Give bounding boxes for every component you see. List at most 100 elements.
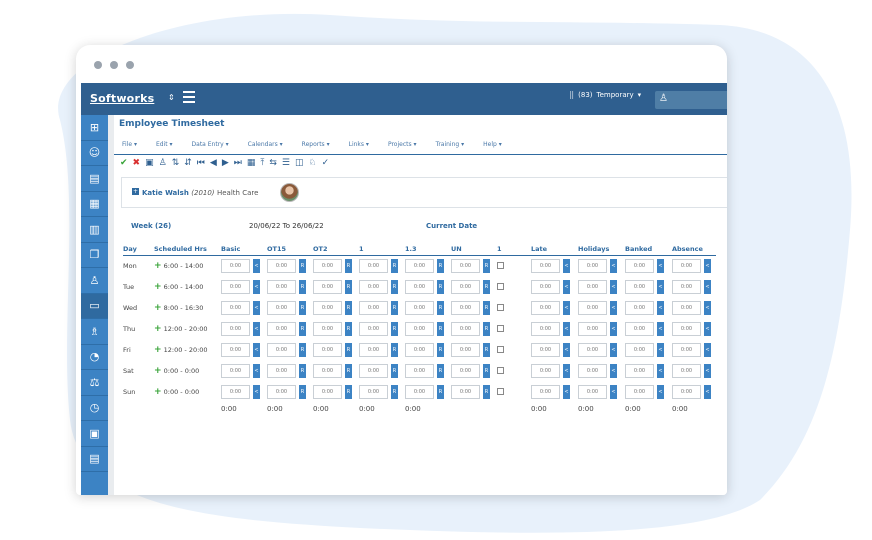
- cell-action-button[interactable]: R: [483, 384, 490, 399]
- menu-projects[interactable]: Projects ▾: [388, 141, 417, 148]
- sort-alt-icon[interactable]: ⇵: [184, 158, 192, 168]
- comment-icon[interactable]: ☰: [282, 158, 290, 168]
- time-input[interactable]: 0:00: [221, 321, 250, 336]
- time-input[interactable]: 0:00: [578, 321, 607, 336]
- next-icon[interactable]: ▶: [222, 158, 229, 168]
- cell-action-button[interactable]: R: [391, 342, 398, 357]
- row-checkbox[interactable]: [497, 325, 504, 332]
- time-input[interactable]: 0:00: [625, 384, 654, 399]
- row-checkbox[interactable]: [497, 346, 504, 353]
- time-input[interactable]: 0:00: [578, 384, 607, 399]
- add-icon[interactable]: +: [154, 282, 162, 292]
- time-input[interactable]: 0:00: [405, 279, 434, 294]
- time-input[interactable]: 0:00: [267, 300, 296, 315]
- cell-action-button[interactable]: R: [437, 279, 444, 294]
- clock-icon[interactable]: ◔: [81, 345, 108, 370]
- time-input[interactable]: 0:00: [359, 258, 388, 273]
- cell-action-button[interactable]: <: [704, 363, 711, 378]
- cell-action-button[interactable]: <: [704, 258, 711, 273]
- cell-action-button[interactable]: R: [299, 279, 306, 294]
- cell-action-button[interactable]: R: [299, 321, 306, 336]
- user-edit-icon[interactable]: ♙: [159, 158, 167, 168]
- cell-action-button[interactable]: R: [391, 363, 398, 378]
- time-input[interactable]: 0:00: [672, 258, 701, 273]
- time-input[interactable]: 0:00: [625, 363, 654, 378]
- add-icon[interactable]: +: [154, 303, 162, 313]
- time-input[interactable]: 0:00: [359, 300, 388, 315]
- cell-action-button[interactable]: <: [704, 384, 711, 399]
- cell-action-button[interactable]: R: [437, 258, 444, 273]
- cell-action-button[interactable]: R: [437, 321, 444, 336]
- add-icon[interactable]: +: [154, 387, 162, 397]
- approve-icon[interactable]: ✓: [322, 158, 330, 168]
- time-input[interactable]: 0:00: [672, 384, 701, 399]
- add-icon[interactable]: +: [154, 261, 162, 271]
- cell-action-button[interactable]: <: [610, 363, 617, 378]
- sort-icon[interactable]: ⇅: [172, 158, 180, 168]
- time-input[interactable]: 0:00: [359, 363, 388, 378]
- time-input[interactable]: 0:00: [221, 384, 250, 399]
- cell-action-button[interactable]: R: [391, 300, 398, 315]
- time-input[interactable]: 0:00: [531, 258, 560, 273]
- hamburger-menu-icon[interactable]: [183, 91, 195, 103]
- menu-reports[interactable]: Reports ▾: [302, 141, 330, 148]
- time-input[interactable]: 0:00: [451, 363, 480, 378]
- row-checkbox[interactable]: [497, 388, 504, 395]
- cell-action-button[interactable]: R: [345, 342, 352, 357]
- time-input[interactable]: 0:00: [405, 321, 434, 336]
- add-icon[interactable]: +: [154, 366, 162, 376]
- cell-action-button[interactable]: R: [345, 300, 352, 315]
- time-input[interactable]: 0:00: [451, 342, 480, 357]
- cell-action-button[interactable]: R: [437, 342, 444, 357]
- cell-action-button[interactable]: <: [253, 384, 260, 399]
- calendar-day-icon[interactable]: ▤: [81, 166, 108, 192]
- cell-action-button[interactable]: R: [345, 279, 352, 294]
- cell-action-button[interactable]: R: [299, 258, 306, 273]
- cell-action-button[interactable]: R: [299, 363, 306, 378]
- user-settings-icon[interactable]: ♙: [81, 268, 108, 294]
- employee-filter-dropdown[interactable]: ⣿ (83) Temporary ▾: [569, 91, 641, 99]
- cell-action-button[interactable]: <: [253, 300, 260, 315]
- cell-action-button[interactable]: R: [483, 342, 490, 357]
- menu-training[interactable]: Training ▾: [436, 141, 465, 148]
- cell-action-button[interactable]: R: [483, 321, 490, 336]
- cell-action-button[interactable]: R: [391, 384, 398, 399]
- time-input[interactable]: 0:00: [313, 384, 342, 399]
- time-input[interactable]: 0:00: [625, 279, 654, 294]
- upload-icon[interactable]: ⤒: [260, 158, 264, 168]
- user-transfer-icon[interactable]: ⇆: [269, 158, 277, 168]
- time-check-icon[interactable]: ◷: [81, 396, 108, 421]
- cell-action-button[interactable]: R: [391, 321, 398, 336]
- time-input[interactable]: 0:00: [405, 363, 434, 378]
- cell-action-button[interactable]: <: [657, 384, 664, 399]
- last-icon[interactable]: ⏭: [234, 158, 242, 168]
- calendar-search-icon[interactable]: ▦: [247, 158, 256, 168]
- cell-action-button[interactable]: <: [610, 384, 617, 399]
- cell-action-button[interactable]: <: [704, 321, 711, 336]
- time-input[interactable]: 0:00: [221, 300, 250, 315]
- cell-action-button[interactable]: <: [657, 258, 664, 273]
- cell-action-button[interactable]: R: [483, 363, 490, 378]
- cell-action-button[interactable]: <: [610, 300, 617, 315]
- cell-action-button[interactable]: R: [391, 279, 398, 294]
- time-input[interactable]: 0:00: [359, 384, 388, 399]
- cell-action-button[interactable]: R: [391, 258, 398, 273]
- cell-action-button[interactable]: R: [437, 300, 444, 315]
- calendar-settings-icon[interactable]: ▥: [81, 217, 108, 243]
- menu-links[interactable]: Links ▾: [349, 141, 369, 148]
- cell-action-button[interactable]: <: [610, 342, 617, 357]
- time-input[interactable]: 0:00: [267, 279, 296, 294]
- cell-action-button[interactable]: <: [563, 363, 570, 378]
- cell-action-button[interactable]: <: [253, 279, 260, 294]
- time-input[interactable]: 0:00: [531, 384, 560, 399]
- users-icon[interactable]: ☺: [81, 141, 108, 166]
- add-icon[interactable]: +: [154, 324, 162, 334]
- time-input[interactable]: 0:00: [625, 300, 654, 315]
- time-input[interactable]: 0:00: [451, 279, 480, 294]
- calendar-list-icon[interactable]: ▤: [81, 447, 108, 472]
- cell-action-button[interactable]: <: [253, 321, 260, 336]
- save-check-icon[interactable]: ✔: [120, 158, 128, 168]
- timesheet-icon[interactable]: ▭: [81, 293, 108, 319]
- cell-action-button[interactable]: <: [563, 258, 570, 273]
- time-input[interactable]: 0:00: [313, 258, 342, 273]
